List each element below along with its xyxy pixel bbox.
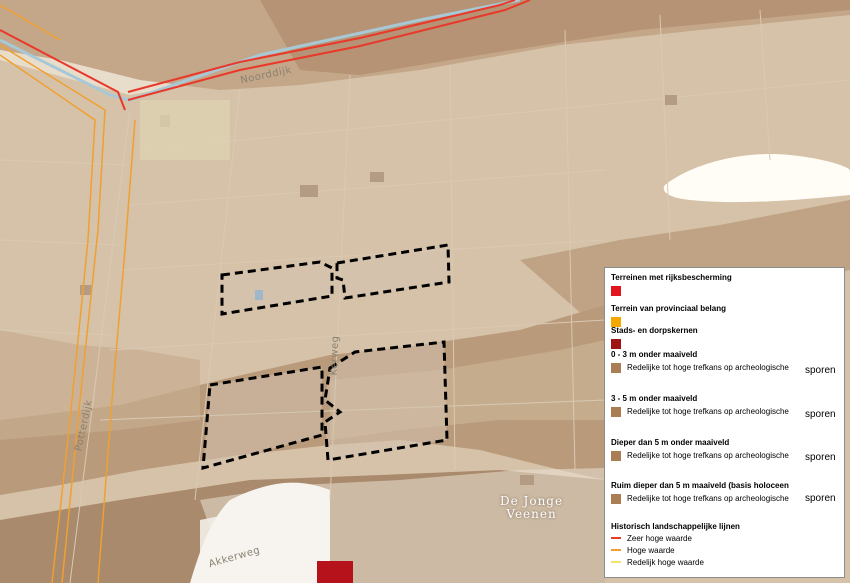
legend-title-5: 3 - 5 m onder maaiveld xyxy=(611,394,698,403)
legend-line-label-1: Zeer hoge waarde xyxy=(627,533,692,543)
sports-field xyxy=(140,100,230,160)
legend-swatch-rijks xyxy=(611,286,621,296)
legend-section-3: Stads- en dorpskernen xyxy=(611,326,698,349)
legend-section-7: Ruim dieper dan 5 m maaiveld (basis holo… xyxy=(611,481,789,504)
legend-line-zeer-hoog: Zeer hoge waarde xyxy=(611,532,740,544)
legend-section-6: Dieper dan 5 m onder maaiveld Redelijke … xyxy=(611,438,789,461)
legend-section-2: Terrein van provinciaal belang xyxy=(611,304,726,327)
legend-sporen-7: sporen xyxy=(805,493,836,504)
legend-title-4: 0 - 3 m onder maaiveld xyxy=(611,350,698,359)
legend-title-1: Terreinen met rijksbescherming xyxy=(611,273,732,282)
legend-title-3: Stads- en dorpskernen xyxy=(611,326,698,335)
legend-line-yellow xyxy=(611,561,621,563)
legend-swatch-3-5 xyxy=(611,407,621,417)
legend-section-5: 3 - 5 m onder maaiveld Redelijke tot hog… xyxy=(611,394,789,417)
place-label: De Jonge Veenen xyxy=(500,495,563,521)
legend-section-1: Terreinen met rijksbescherming xyxy=(611,273,732,296)
legend-swatch-0-3 xyxy=(611,363,621,373)
place-label-line2: Veenen xyxy=(506,507,557,521)
legend-line-red xyxy=(611,537,621,539)
legend-item-4: Redelijke tot hoge trefkans op archeolog… xyxy=(627,363,789,372)
road-label-kerweg: Kerweg xyxy=(328,335,342,376)
legend-lines: Historisch landschappelijke lijnen Zeer … xyxy=(611,522,740,568)
legend-item-6: Redelijke tot hoge trefkans op archeolog… xyxy=(627,451,789,460)
legend-line-orange xyxy=(611,549,621,551)
legend-sporen-4: sporen xyxy=(805,365,836,376)
legend-line-label-3: Redelijk hoge waarde xyxy=(627,557,704,567)
protected-site xyxy=(317,561,353,583)
legend: Terreinen met rijksbescherming Terrein v… xyxy=(604,267,845,578)
legend-sporen-5: sporen xyxy=(805,409,836,420)
legend-swatch-kernen xyxy=(611,339,621,349)
legend-swatch-ruim xyxy=(611,494,621,504)
legend-item-7: Redelijke tot hoge trefkans op archeolog… xyxy=(627,494,789,503)
legend-line-label-2: Hoge waarde xyxy=(627,545,675,555)
pond xyxy=(255,290,263,300)
legend-line-redelijk: Redelijk hoge waarde xyxy=(611,556,740,568)
legend-swatch-dieper xyxy=(611,451,621,461)
legend-lines-title: Historisch landschappelijke lijnen xyxy=(611,522,740,531)
plan-area-4[interactable] xyxy=(323,340,449,462)
legend-sporen-6: sporen xyxy=(805,452,836,463)
legend-title-6: Dieper dan 5 m onder maaiveld xyxy=(611,438,730,447)
map-view[interactable]: Noorddijk Potterdijk Akkerweg Kerweg De … xyxy=(0,0,850,583)
legend-title-2: Terrein van provinciaal belang xyxy=(611,304,726,313)
legend-item-5: Redelijke tot hoge trefkans op archeolog… xyxy=(627,407,789,416)
legend-title-7: Ruim dieper dan 5 m maaiveld (basis holo… xyxy=(611,481,789,490)
legend-section-4: 0 - 3 m onder maaiveld Redelijke tot hog… xyxy=(611,350,789,373)
legend-line-hoog: Hoge waarde xyxy=(611,544,740,556)
